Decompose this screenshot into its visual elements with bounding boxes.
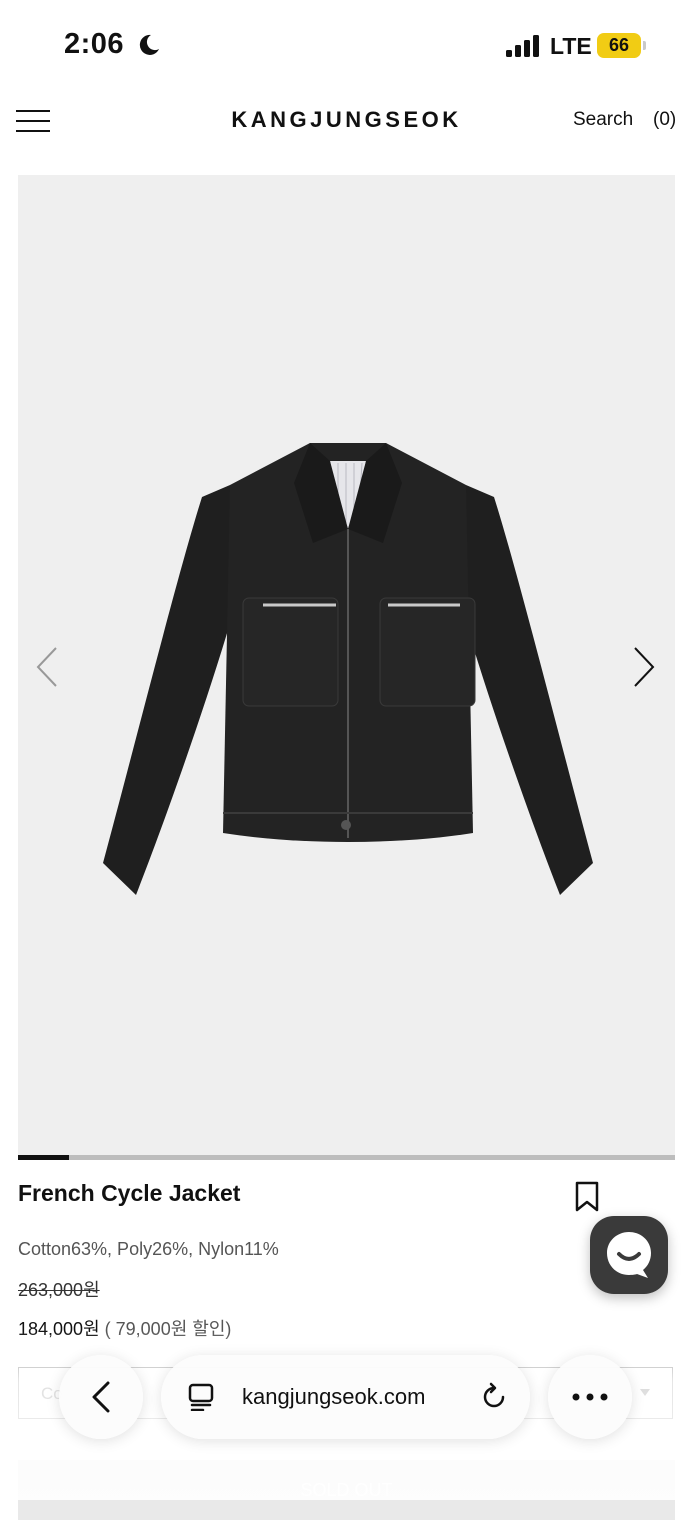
gallery-progress [18,1155,675,1160]
battery-icon: 66 [597,33,641,58]
browser-more-button[interactable] [548,1355,632,1439]
browser-address-bar[interactable]: kangjungseok.com [161,1355,530,1439]
status-bar: 2:06 LTE 66 [0,0,693,90]
bookmark-icon[interactable] [575,1181,599,1213]
original-price: 263,000원 [18,1280,100,1300]
browser-url[interactable]: kangjungseok.com [242,1384,425,1410]
chevron-right-icon[interactable] [631,645,657,689]
reader-tabs-icon[interactable] [187,1383,217,1411]
status-time: 2:06 [64,28,125,60]
product-image [103,443,593,895]
browser-back-button[interactable] [59,1355,143,1439]
product-material: Cotton63%, Poly26%, Nylon11% [18,1239,279,1259]
gallery-progress-fill [18,1155,69,1160]
signal-icon [506,35,539,57]
product-name: French Cycle Jacket [18,1180,241,1206]
network-label: LTE [550,33,592,59]
product-gallery[interactable] [18,175,675,1155]
chat-button[interactable] [590,1216,668,1294]
site-header: KANGJUNGSEOK Search (0) [0,90,693,155]
cart-link[interactable]: (0) [653,109,676,131]
battery-tip [643,41,646,50]
more-icon [572,1393,608,1401]
search-link[interactable]: Search [573,109,633,131]
chevron-left-icon [92,1381,110,1413]
moon-icon [139,34,159,55]
chevron-left-icon[interactable] [34,645,60,689]
reload-icon[interactable] [479,1382,509,1412]
chat-icon [607,1232,651,1278]
